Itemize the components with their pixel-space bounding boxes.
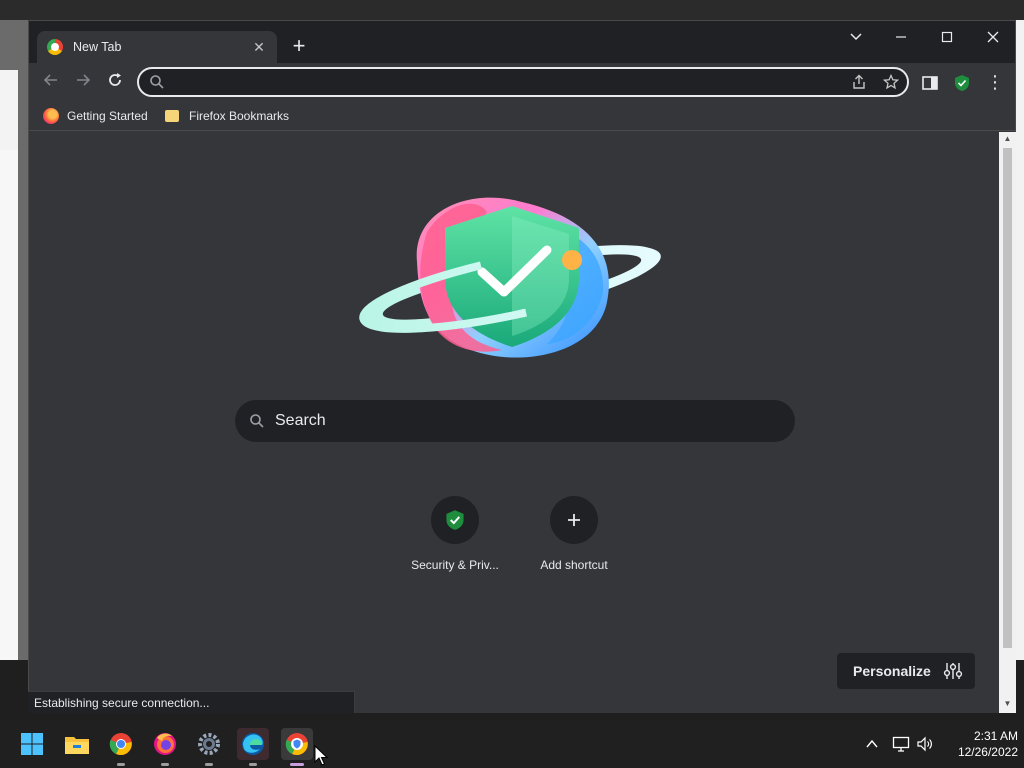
clock-date: 12/26/2022 bbox=[957, 745, 1018, 759]
taskbar: 2:31 AM 12/26/2022 bbox=[0, 720, 1024, 768]
taskbar-edge[interactable] bbox=[237, 728, 269, 760]
share-icon[interactable] bbox=[851, 74, 867, 90]
reload-button[interactable] bbox=[103, 70, 127, 94]
running-indicator bbox=[205, 763, 213, 766]
arrow-left-icon bbox=[43, 74, 57, 86]
settings-icon bbox=[198, 733, 220, 755]
bookmark-getting-started[interactable]: Getting Started bbox=[43, 106, 148, 126]
toolbar: ⋮ bbox=[29, 63, 1015, 101]
file-explorer-icon bbox=[65, 737, 89, 754]
tab-strip: New Tab ✕ + bbox=[29, 21, 1015, 63]
page-scrollbar[interactable]: ▲ ▼ bbox=[999, 132, 1016, 713]
chromium-shield-icon bbox=[285, 733, 308, 756]
new-tab-button[interactable]: + bbox=[287, 35, 311, 59]
mouse-cursor-icon bbox=[314, 745, 328, 766]
shortcut-title: Add shortcut bbox=[540, 558, 608, 572]
shortcut-icon-circle bbox=[550, 496, 598, 544]
search-icon bbox=[250, 414, 264, 428]
bookmark-label: Firefox Bookmarks bbox=[189, 109, 290, 123]
tab-new-tab[interactable]: New Tab ✕ bbox=[37, 31, 277, 63]
arrow-right-icon bbox=[77, 74, 91, 86]
start-button[interactable] bbox=[16, 728, 48, 760]
network-icon[interactable] bbox=[892, 735, 910, 753]
menu-button[interactable]: ⋮ bbox=[983, 70, 1007, 94]
background-window-titlebar bbox=[0, 0, 1024, 20]
side-panel-icon[interactable] bbox=[921, 74, 939, 92]
close-window-button[interactable] bbox=[978, 27, 1008, 49]
taskbar-firefox[interactable] bbox=[149, 728, 181, 760]
back-button[interactable] bbox=[39, 70, 63, 94]
firefox-icon bbox=[43, 108, 59, 124]
ntp-search-box[interactable]: Search bbox=[235, 400, 795, 442]
new-tab-page: Search Security & Priv... Add shortcut P… bbox=[29, 132, 999, 713]
close-icon bbox=[987, 31, 999, 43]
bookmark-folder-firefox-bookmarks[interactable]: Firefox Bookmarks bbox=[165, 106, 289, 126]
scrollbar-thumb[interactable] bbox=[1003, 148, 1012, 648]
active-indicator bbox=[290, 763, 304, 766]
maximize-button[interactable] bbox=[932, 27, 962, 49]
background-window-edge bbox=[0, 70, 18, 150]
chromium-favicon-icon bbox=[47, 39, 63, 55]
personalize-label: Personalize bbox=[853, 663, 931, 679]
search-icon bbox=[150, 75, 164, 89]
security-hero-illustration bbox=[359, 197, 665, 358]
scroll-down-arrow-icon[interactable]: ▼ bbox=[1003, 699, 1012, 709]
shortcut-title: Security & Priv... bbox=[411, 558, 499, 572]
chevron-up-icon[interactable] bbox=[865, 737, 879, 751]
folder-icon bbox=[165, 110, 179, 122]
taskbar-settings[interactable] bbox=[193, 728, 225, 760]
bookmarks-bar: Getting Started Firefox Bookmarks bbox=[29, 101, 1015, 131]
bookmark-label: Getting Started bbox=[67, 109, 148, 123]
status-bubble: Establishing secure connection... bbox=[28, 691, 355, 713]
firefox-icon bbox=[154, 733, 176, 755]
chevron-down-icon bbox=[850, 33, 862, 41]
bookmark-star-icon[interactable] bbox=[883, 74, 899, 90]
minimize-button[interactable] bbox=[886, 27, 916, 49]
tab-title: New Tab bbox=[73, 40, 122, 54]
sliders-icon bbox=[943, 663, 962, 679]
security-extension-shield-icon[interactable] bbox=[953, 74, 971, 92]
plus-icon bbox=[568, 514, 580, 526]
running-indicator bbox=[161, 763, 169, 766]
scroll-up-arrow-icon[interactable]: ▲ bbox=[1003, 134, 1012, 144]
taskbar-chrome[interactable] bbox=[105, 728, 137, 760]
tab-close-icon[interactable]: ✕ bbox=[251, 39, 267, 55]
address-bar[interactable] bbox=[137, 67, 909, 97]
reload-icon bbox=[109, 73, 121, 86]
chrome-icon bbox=[109, 733, 132, 756]
minimize-icon bbox=[896, 36, 906, 38]
background-window-edge bbox=[0, 150, 18, 660]
shortcut-icon-circle bbox=[431, 496, 479, 544]
personalize-button[interactable]: Personalize bbox=[837, 653, 975, 689]
running-indicator bbox=[249, 763, 257, 766]
taskbar-file-explorer[interactable] bbox=[61, 728, 93, 760]
add-shortcut-button[interactable]: Add shortcut bbox=[514, 496, 634, 572]
maximize-icon bbox=[941, 31, 953, 43]
forward-button[interactable] bbox=[71, 70, 95, 94]
ntp-search-placeholder: Search bbox=[275, 412, 326, 429]
shortcut-security-privacy[interactable]: Security & Priv... bbox=[395, 496, 515, 572]
taskbar-clock[interactable]: 2:31 AM 12/26/2022 bbox=[942, 724, 1018, 764]
edge-icon bbox=[242, 733, 264, 755]
start-icon bbox=[21, 733, 43, 755]
tab-search-button[interactable] bbox=[841, 27, 871, 49]
shield-check-icon bbox=[446, 510, 464, 530]
volume-icon[interactable] bbox=[916, 735, 934, 753]
clock-time: 2:31 AM bbox=[973, 729, 1018, 743]
taskbar-chromium-shield[interactable] bbox=[281, 728, 313, 760]
browser-window: New Tab ✕ + ⋮ Getting Started Firefox Bo… bbox=[28, 20, 1016, 713]
running-indicator bbox=[117, 763, 125, 766]
